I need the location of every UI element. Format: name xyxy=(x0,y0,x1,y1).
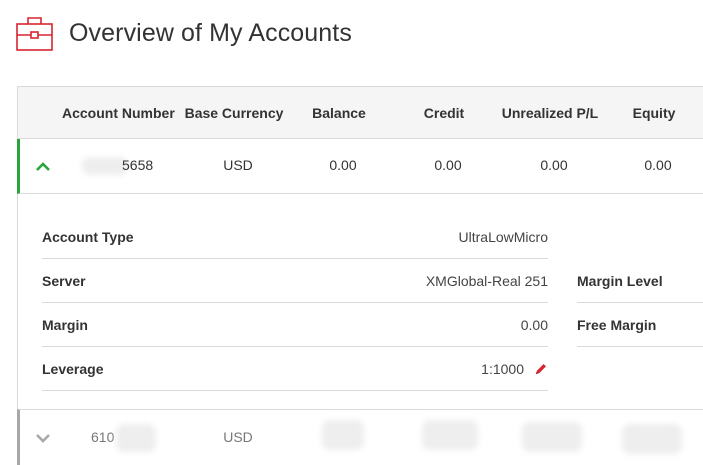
detail-value-margin: 0.00 xyxy=(520,317,548,333)
detail-label-margin: Margin xyxy=(42,317,88,333)
base-currency-cell: USD xyxy=(223,157,253,173)
credit-cell: 0.00 xyxy=(434,157,462,173)
detail-value-server: XMGlobal-Real 251 xyxy=(425,273,548,289)
masked-account-digits xyxy=(116,424,156,452)
detail-row-free-margin: Free Margin xyxy=(577,303,703,347)
detail-label-margin-level: Margin Level xyxy=(577,273,663,289)
detail-row-leverage: Leverage 1:1000 xyxy=(42,347,548,391)
column-header-account-number[interactable]: Account Number xyxy=(62,87,175,139)
equity-cell: 0.00 xyxy=(644,157,672,173)
detail-label-leverage: Leverage xyxy=(42,361,104,377)
detail-row-margin: Margin 0.00 xyxy=(42,303,548,347)
masked-unrealized-pl xyxy=(522,422,582,452)
detail-value-leverage: 1:1000 xyxy=(481,361,524,377)
table-header: Account Number Base Currency Balance Cre… xyxy=(18,87,703,139)
chevron-down-icon xyxy=(36,433,50,443)
detail-row-margin-level: Margin Level xyxy=(577,259,703,303)
page-title: Overview of My Accounts xyxy=(69,18,352,47)
column-header-unrealized-pl[interactable]: Unrealized P/L xyxy=(492,87,608,139)
chevron-up-icon xyxy=(36,161,50,171)
column-header-balance[interactable]: Balance xyxy=(294,87,384,139)
detail-row-server: Server XMGlobal-Real 251 xyxy=(42,259,548,303)
base-currency-cell: USD xyxy=(223,429,253,445)
detail-row-account-type: Account Type UltraLowMicro xyxy=(42,215,548,259)
table-row-account-collapsed[interactable]: 610 USD xyxy=(17,409,703,465)
collapse-toggle[interactable] xyxy=(35,139,53,192)
detail-label-free-margin: Free Margin xyxy=(577,317,657,333)
table-row-account-expanded[interactable]: 5658 USD 0.00 0.00 0.00 0.00 xyxy=(17,139,703,194)
account-details-panel: Account Type UltraLowMicro Server XMGlob… xyxy=(18,195,703,409)
masked-credit xyxy=(422,420,478,450)
briefcase-icon xyxy=(16,16,53,51)
edit-pencil-icon[interactable] xyxy=(534,362,548,376)
masked-balance xyxy=(322,420,364,450)
column-header-credit[interactable]: Credit xyxy=(400,87,488,139)
accounts-table: Account Number Base Currency Balance Cre… xyxy=(17,86,703,465)
column-header-equity[interactable]: Equity xyxy=(614,87,694,139)
detail-label-server: Server xyxy=(42,273,86,289)
balance-cell: 0.00 xyxy=(329,157,357,173)
page-header: Overview of My Accounts xyxy=(16,14,352,52)
column-header-base-currency[interactable]: Base Currency xyxy=(180,87,288,139)
account-number-cell: 5658 xyxy=(122,157,154,173)
detail-label-account-type: Account Type xyxy=(42,229,134,245)
expand-toggle[interactable] xyxy=(35,410,53,465)
detail-value-account-type: UltraLowMicro xyxy=(458,229,548,245)
masked-equity xyxy=(622,424,682,454)
unrealized-pl-cell: 0.00 xyxy=(540,157,568,173)
